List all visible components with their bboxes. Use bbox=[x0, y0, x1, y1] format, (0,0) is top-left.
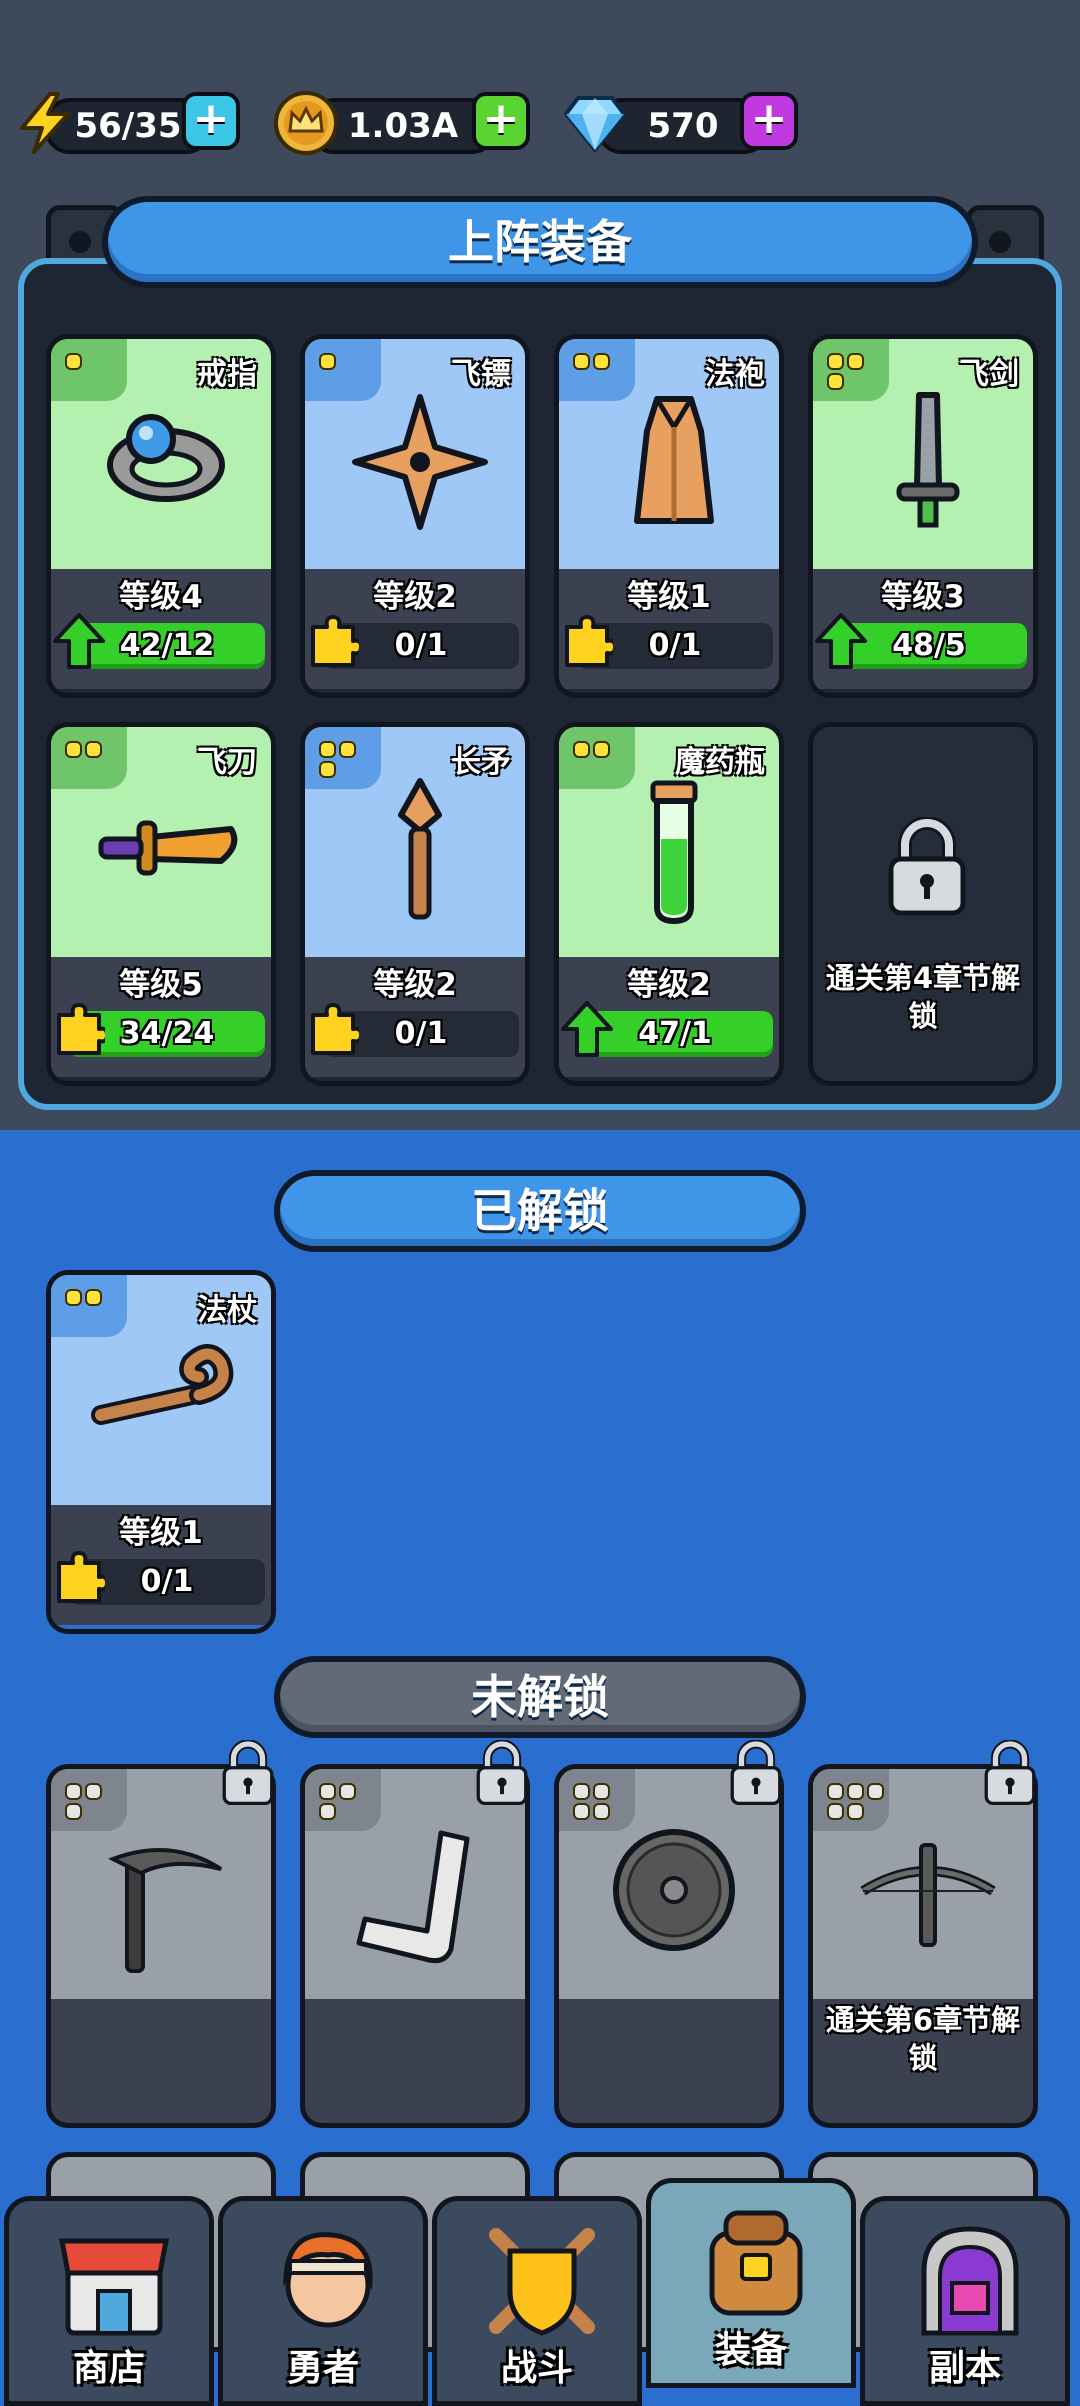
boomerang-icon bbox=[356, 1830, 470, 1964]
padlock-icon bbox=[222, 1740, 274, 1806]
round-shield-icon bbox=[613, 1829, 735, 1951]
nav-tab-backpack[interactable]: 装备 bbox=[646, 2178, 856, 2388]
nav-label: 战斗 bbox=[500, 2348, 573, 2389]
nav-tab-battle[interactable]: 战斗 bbox=[432, 2196, 642, 2406]
gold-add-button[interactable]: + bbox=[472, 92, 530, 150]
shop-icon bbox=[58, 2238, 170, 2336]
item-level: 等级1 bbox=[627, 579, 711, 615]
sword-icon bbox=[896, 392, 960, 528]
padlock-icon bbox=[984, 1740, 1036, 1806]
gem-add-button[interactable]: + bbox=[740, 92, 798, 150]
energy-resource: 56/35 + bbox=[14, 92, 246, 154]
diamond-icon bbox=[564, 96, 626, 152]
shuriken-icon bbox=[352, 394, 488, 530]
nav-tab-dungeon[interactable]: 副本 bbox=[860, 2196, 1070, 2406]
spear-icon bbox=[398, 778, 442, 920]
backpack-icon bbox=[709, 2210, 803, 2316]
equipped-locked-text: 通关第4章节解锁 bbox=[825, 961, 1021, 1033]
equip-card-robe[interactable]: 法袍 等级1 0/1 bbox=[554, 334, 784, 698]
locked-card-shield[interactable] bbox=[554, 1764, 784, 2128]
item-level: 等级1 bbox=[119, 1515, 203, 1551]
item-level: 等级4 bbox=[119, 579, 203, 615]
dagger-icon bbox=[98, 820, 238, 876]
crossbow-icon bbox=[860, 1843, 996, 1947]
nav-tab-hero[interactable]: 勇者 bbox=[218, 2196, 428, 2406]
crown-coin-icon bbox=[274, 91, 338, 155]
equip-card-shuriken[interactable]: 飞镖 等级2 0/1 bbox=[300, 334, 530, 698]
item-level: 等级2 bbox=[627, 967, 711, 1003]
nav-label: 勇者 bbox=[286, 2348, 359, 2389]
equip-card-dagger[interactable]: 飞刀 等级5 34/24 bbox=[46, 722, 276, 1086]
energy-add-button[interactable]: + bbox=[182, 92, 240, 150]
upgrade-arrow-icon bbox=[53, 613, 105, 669]
ring-icon bbox=[107, 414, 225, 502]
equip-card-potion[interactable]: 魔药瓶 等级2 47/1 bbox=[554, 722, 784, 1086]
equipped-title: 上阵装备 bbox=[102, 196, 978, 288]
padlock-icon bbox=[888, 817, 966, 916]
staff-icon bbox=[91, 1344, 234, 1425]
item-level: 等级2 bbox=[373, 579, 457, 615]
equip-card-ring[interactable]: 戒指 等级4 42/12 bbox=[46, 334, 276, 698]
puzzle-piece-icon bbox=[311, 1003, 359, 1055]
unlocked-title: 已解锁 bbox=[274, 1170, 806, 1252]
locked-card-boomerang[interactable] bbox=[300, 1764, 530, 2128]
nav-label: 副本 bbox=[928, 2348, 1001, 2389]
puzzle-piece-icon bbox=[311, 615, 359, 667]
equip-card-spear[interactable]: 长矛 等级2 0/1 bbox=[300, 722, 530, 1086]
item-level: 等级2 bbox=[373, 967, 457, 1003]
robe-icon bbox=[634, 396, 714, 524]
puzzle-piece-icon bbox=[57, 1003, 105, 1055]
padlock-icon bbox=[730, 1740, 782, 1806]
battle-icon bbox=[489, 2228, 595, 2336]
nav-label: 装备 bbox=[714, 2330, 787, 2371]
scythe-icon bbox=[108, 1848, 223, 1973]
equip-card-sword[interactable]: 飞剑 等级3 48/5 bbox=[808, 334, 1038, 698]
locked-title: 未解锁 bbox=[274, 1656, 806, 1738]
locked-card-unlock-text: 通关第6章节解锁 bbox=[825, 2003, 1021, 2075]
upgrade-arrow-icon bbox=[815, 613, 867, 669]
equipped-locked-slot[interactable]: 通关第4章节解锁 bbox=[808, 722, 1038, 1086]
item-level: 等级3 bbox=[881, 579, 965, 615]
locked-card-crossbow[interactable]: 通关第6章节解锁 bbox=[808, 1764, 1038, 2128]
hero-icon bbox=[283, 2232, 373, 2328]
upgrade-arrow-icon bbox=[561, 1001, 613, 1057]
gem-resource: 570 + bbox=[560, 92, 810, 154]
gold-resource: 1.03A + bbox=[272, 91, 540, 155]
puzzle-piece-icon bbox=[565, 615, 613, 667]
dungeon-icon bbox=[921, 2226, 1019, 2336]
lightning-icon bbox=[20, 92, 70, 154]
nav-label: 商店 bbox=[72, 2348, 145, 2389]
nav-tab-shop[interactable]: 商店 bbox=[4, 2196, 214, 2406]
item-level: 等级5 bbox=[119, 967, 203, 1003]
puzzle-piece-icon bbox=[57, 1551, 105, 1603]
potion-icon bbox=[650, 780, 698, 925]
unlocked-card-staff[interactable]: 法杖 等级1 0/1 bbox=[46, 1270, 276, 1634]
locked-card-scythe[interactable] bbox=[46, 1764, 276, 2128]
padlock-icon bbox=[476, 1740, 528, 1806]
